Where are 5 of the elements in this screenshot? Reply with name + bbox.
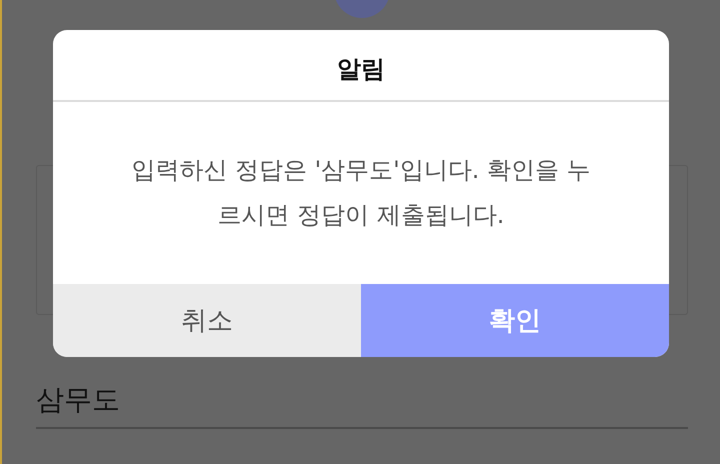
cancel-button[interactable]: 취소 <box>53 284 361 357</box>
answer-field[interactable]: 삼무도 <box>36 381 688 429</box>
dialog-message: 입력하신 정답은 '삼무도'입니다. 확인을 누르시면 정답이 제출됩니다. <box>130 155 592 231</box>
dialog-title: 알림 <box>53 30 669 102</box>
confirm-button[interactable]: 확인 <box>361 284 669 357</box>
